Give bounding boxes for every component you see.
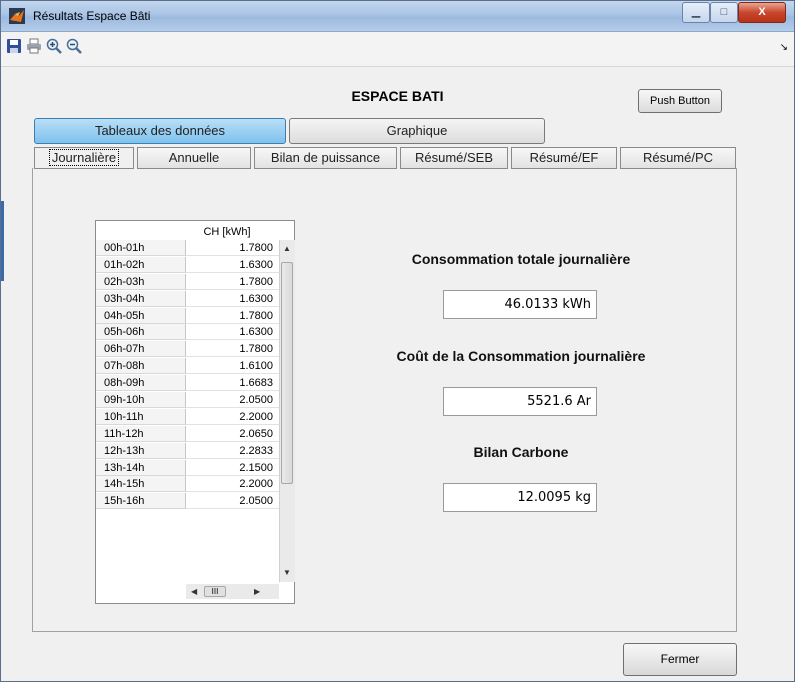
horizontal-scroll-thumb[interactable]: III bbox=[204, 586, 226, 597]
window-edge-accent bbox=[1, 201, 4, 281]
vertical-scrollbar[interactable]: ▲ ▼ bbox=[279, 240, 295, 582]
subtab-bilan-de-puissance[interactable]: Bilan de puissance bbox=[254, 147, 397, 169]
carbon-value[interactable]: 12.0095 kg bbox=[443, 483, 597, 512]
cost-value[interactable]: 5521.6 Ar bbox=[443, 387, 597, 416]
maximize-button[interactable]: □ bbox=[710, 2, 738, 23]
horizontal-scrollbar[interactable]: ◀ III ▶ bbox=[186, 584, 279, 599]
fermer-button[interactable]: Fermer bbox=[623, 643, 737, 676]
table-cell[interactable]: 1.7800 bbox=[186, 274, 279, 290]
table-cell[interactable]: 2.1500 bbox=[186, 460, 279, 476]
row-header: 07h-08h bbox=[96, 358, 186, 375]
main-window: Résultats Espace Bâti ▁ □ X ↘ ESPACE BAT… bbox=[0, 0, 795, 682]
subtab-journaliere-label: Journalière bbox=[48, 149, 120, 166]
toolbar: ↘ bbox=[1, 32, 794, 67]
title-bar[interactable]: Résultats Espace Bâti ▁ □ X bbox=[1, 1, 794, 32]
table-row[interactable]: 03h-04h 1.6300 bbox=[96, 290, 279, 308]
carbon-label: Bilan Carbone bbox=[473, 444, 569, 460]
table-row[interactable]: 14h-15h 2.2000 bbox=[96, 476, 279, 493]
row-header: 00h-01h bbox=[96, 240, 186, 256]
matlab-icon bbox=[9, 8, 25, 24]
row-header: 03h-04h bbox=[96, 290, 186, 307]
subtab-resume-ef[interactable]: Résumé/EF bbox=[511, 147, 617, 169]
total-consumption-value[interactable]: 46.0133 kWh bbox=[443, 290, 597, 319]
table-row[interactable]: 12h-13h 2.2833 bbox=[96, 442, 279, 460]
table-row[interactable]: 07h-08h 1.6100 bbox=[96, 358, 279, 375]
table-cell[interactable]: 1.6100 bbox=[186, 358, 279, 375]
table-cell[interactable]: 1.6683 bbox=[186, 375, 279, 392]
row-header: 10h-11h bbox=[96, 408, 186, 425]
table-row[interactable]: 13h-14h 2.1500 bbox=[96, 459, 279, 477]
scroll-left-icon[interactable]: ◀ bbox=[191, 587, 197, 596]
zoom-in-icon[interactable] bbox=[46, 38, 62, 54]
table-cell[interactable]: 2.2000 bbox=[186, 476, 279, 493]
tab-graphique[interactable]: Graphique bbox=[289, 118, 545, 144]
table-cell[interactable]: 2.2000 bbox=[186, 409, 279, 425]
row-header: 05h-06h bbox=[96, 324, 186, 341]
table-cell[interactable]: 2.2833 bbox=[186, 443, 279, 459]
row-header: 01h-02h bbox=[96, 256, 186, 273]
row-header: 06h-07h bbox=[96, 341, 186, 358]
tab-tableaux-des-donnees[interactable]: Tableaux des données bbox=[34, 118, 286, 144]
window-title: Résultats Espace Bâti bbox=[33, 9, 151, 23]
vertical-scroll-thumb[interactable] bbox=[281, 262, 293, 484]
table-cell[interactable]: 2.0650 bbox=[186, 426, 279, 442]
table-row[interactable]: 02h-03h 1.7800 bbox=[96, 273, 279, 291]
scroll-right-icon[interactable]: ▶ bbox=[254, 587, 260, 596]
table-cell[interactable]: 1.6300 bbox=[186, 257, 279, 273]
close-window-button[interactable]: X bbox=[738, 2, 786, 23]
minimize-button[interactable]: ▁ bbox=[682, 2, 710, 23]
row-header: 13h-14h bbox=[96, 459, 186, 476]
table-row[interactable]: 11h-12h 2.0650 bbox=[96, 425, 279, 443]
row-header: 14h-15h bbox=[96, 476, 186, 493]
table-row[interactable]: 10h-11h 2.2000 bbox=[96, 408, 279, 426]
total-consumption-label: Consommation totale journalière bbox=[411, 251, 631, 267]
table-cell[interactable]: 1.6300 bbox=[186, 291, 279, 307]
scroll-up-icon[interactable]: ▲ bbox=[283, 244, 291, 253]
table-cell[interactable]: 1.7800 bbox=[186, 308, 279, 324]
row-header: 04h-05h bbox=[96, 307, 186, 324]
subtab-resume-pc[interactable]: Résumé/PC bbox=[620, 147, 736, 169]
table-cell[interactable]: 2.0500 bbox=[186, 392, 279, 409]
dock-arrow-icon[interactable]: ↘ bbox=[780, 42, 788, 53]
row-header: 02h-03h bbox=[96, 273, 186, 290]
row-header: 11h-12h bbox=[96, 425, 186, 442]
subtab-annuelle[interactable]: Annuelle bbox=[137, 147, 251, 169]
table-cell[interactable]: 2.0500 bbox=[186, 493, 279, 510]
push-button[interactable]: Push Button bbox=[638, 89, 722, 113]
table-row[interactable]: 00h-01h 1.7800 bbox=[96, 240, 279, 257]
subtab-journaliere[interactable]: Journalière bbox=[34, 147, 134, 169]
table-row[interactable]: 01h-02h 1.6300 bbox=[96, 256, 279, 274]
zoom-out-icon[interactable] bbox=[66, 38, 82, 54]
column-header[interactable]: CH [kWh] bbox=[186, 226, 268, 240]
table-cell[interactable]: 1.6300 bbox=[186, 324, 279, 341]
table-row[interactable]: 15h-16h 2.0500 bbox=[96, 493, 279, 510]
hourly-data-table[interactable]: CH [kWh] 00h-01h 1.7800 01h-02h 1.6300 02h… bbox=[95, 220, 295, 604]
table-cell[interactable]: 1.7800 bbox=[186, 341, 279, 358]
print-icon[interactable] bbox=[26, 38, 42, 54]
save-icon[interactable] bbox=[6, 38, 22, 54]
table-cell[interactable]: 1.7800 bbox=[186, 240, 279, 256]
table-rows: 00h-01h 1.7800 01h-02h 1.6300 02h-03h 1.780… bbox=[96, 240, 279, 510]
row-header: 15h-16h bbox=[96, 493, 186, 510]
table-row[interactable]: 09h-10h 2.0500 bbox=[96, 392, 279, 409]
subtab-resume-seb[interactable]: Résumé/SEB bbox=[400, 147, 508, 169]
table-row[interactable]: 05h-06h 1.6300 bbox=[96, 324, 279, 341]
scroll-down-icon[interactable]: ▼ bbox=[283, 568, 291, 577]
row-header: 09h-10h bbox=[96, 392, 186, 409]
table-row[interactable]: 06h-07h 1.7800 bbox=[96, 341, 279, 358]
row-header: 08h-09h bbox=[96, 375, 186, 392]
cost-label: Coût de la Consommation journalière bbox=[396, 348, 646, 364]
table-row[interactable]: 04h-05h 1.7800 bbox=[96, 307, 279, 325]
table-row[interactable]: 08h-09h 1.6683 bbox=[96, 375, 279, 392]
row-header: 12h-13h bbox=[96, 442, 186, 459]
